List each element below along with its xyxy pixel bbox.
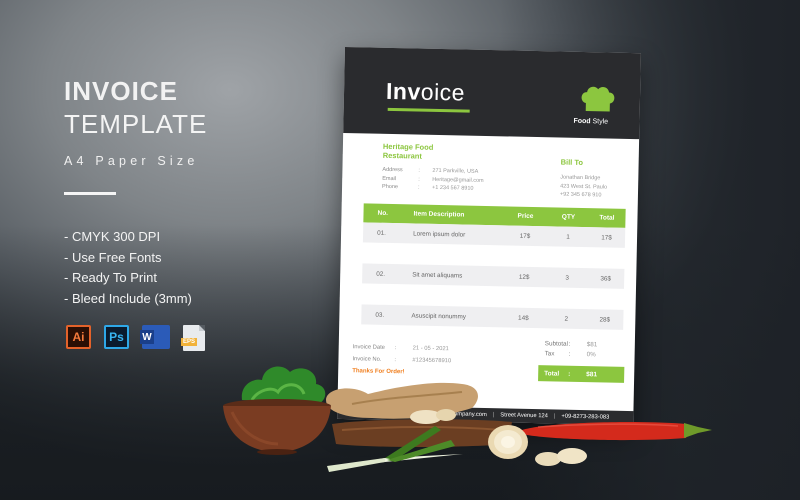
bill-to-block: Bill To Jonathan Bridge 423 West St. Pau…	[560, 158, 608, 200]
total-value: $81	[586, 370, 598, 378]
table-row: 01. Lorem ipsum dolor 17$ 1 17$	[362, 222, 626, 248]
feature-item: - CMYK 300 DPI	[64, 229, 161, 244]
sender-block: Heritage Food Restaurant Address:271 Par…	[382, 142, 484, 194]
field-value: $81	[586, 341, 598, 349]
feature-item: - Use Free Fonts	[64, 249, 162, 265]
eps-file-icon: EPS	[181, 325, 205, 351]
wooden-bowl-image	[223, 399, 331, 455]
cell-no: 02.	[376, 270, 386, 278]
table-row: 03. Asuscipit nonummy 14$ 2 28$	[361, 304, 624, 330]
title-underline	[387, 107, 470, 113]
bill-to-line: +92 345 678 910	[559, 191, 602, 199]
cell-total: 36$	[600, 274, 612, 283]
divider	[64, 192, 116, 195]
garlic-slices-image	[535, 448, 587, 466]
invoice-paper: Invoice Food Style Heritage Food Restaur…	[337, 47, 641, 426]
illustrator-icon: Ai	[66, 325, 91, 349]
feature-list: - CMYK 300 DPI - Use Free Fonts - Ready …	[64, 227, 207, 309]
app-icons: Ai Ps W EPS	[66, 325, 205, 351]
summary-block: Subtotal: $81 Tax: 0% Total: $81	[538, 339, 625, 383]
column-header: Item Description	[413, 210, 465, 219]
cell-price: 12$	[518, 273, 530, 281]
cell-description: Asuscipit nonummy	[411, 311, 467, 321]
bill-to-title: Bill To	[560, 157, 584, 168]
promo-subtitle: A4 Paper Size	[64, 154, 199, 168]
field-value: 21 - 05 - 2021	[412, 345, 449, 353]
field-value: #12345678910	[412, 357, 452, 365]
cell-no: 01.	[377, 229, 386, 237]
field-label: Subtotal	[544, 340, 569, 348]
promo-title-secondary: TEMPLATE	[64, 109, 208, 139]
cell-price: 17$	[519, 232, 531, 240]
sender-details: Address:271 Parkville, USA Email: Heritag…	[382, 166, 484, 194]
brand-rest: Style	[590, 118, 609, 126]
items-table: No. Item Description Price QTY Total 01.…	[361, 203, 626, 330]
sender-phone-row: Phone: +1 234 567 8910	[382, 183, 484, 194]
colon: :	[418, 167, 421, 174]
invoice-meta: Invoice Date: 21 - 05 - 2021 Invoice No.:…	[352, 341, 451, 379]
red-chili-image	[522, 422, 712, 441]
column-header: No.	[377, 209, 389, 217]
photoshop-icon: Ps	[104, 325, 129, 349]
field-value: 0%	[586, 351, 596, 359]
sender-name: Heritage Food Restaurant	[382, 141, 434, 161]
bill-to-details: Jonathan Bridge 423 West St. Paulo +92 3…	[560, 174, 608, 200]
invoice-title-bold: Inv	[385, 77, 422, 105]
cell-description: Lorem ipsum dolor	[413, 229, 466, 239]
table-row: 02. Sit amet aliquams 12$ 3 36$	[362, 263, 625, 289]
column-header: Total	[599, 214, 615, 222]
cell-total: 28$	[599, 315, 611, 324]
total-row: Total: $81	[538, 365, 625, 383]
tax-row: Tax: 0%	[539, 349, 625, 361]
invoice-header: Invoice Food Style	[343, 47, 641, 140]
feature-item: - Ready To Print	[64, 270, 157, 285]
field-value: +1 234 567 8910	[432, 184, 474, 192]
colon: :	[568, 350, 571, 358]
field-label: Phone	[382, 183, 399, 191]
invoice-title: Invoice	[386, 78, 465, 107]
brand-name: Food Style	[573, 118, 608, 126]
colon: :	[418, 176, 420, 183]
invoice-title-rest: oice	[420, 78, 466, 106]
page-fold	[199, 325, 205, 331]
onion-half-image	[488, 425, 528, 459]
photoshop-icon-label: Ps	[109, 330, 124, 344]
column-header: Price	[517, 212, 534, 220]
colon: :	[568, 370, 571, 378]
cell-qty: 1	[566, 233, 570, 241]
cell-price: 14$	[518, 314, 529, 322]
promo-title: INVOICE	[64, 76, 178, 106]
cell-qty: 2	[564, 315, 569, 323]
promo-panel: INVOICE TEMPLATE A4 Paper Size - CMYK 30…	[64, 76, 207, 309]
illustrator-icon-label: Ai	[72, 330, 85, 344]
colon: :	[568, 340, 571, 348]
cell-total: 17$	[601, 233, 612, 242]
brand-bold: Food	[573, 117, 591, 126]
word-icon: W	[140, 325, 170, 349]
eps-file-icon-label: EPS	[181, 338, 198, 346]
colon: :	[394, 357, 397, 364]
bill-to-line: Jonathan Bridge	[560, 174, 601, 182]
colon: :	[394, 345, 397, 352]
colon: :	[418, 184, 420, 191]
field-label: Invoice No.	[352, 356, 382, 363]
column-header: QTY	[561, 213, 576, 221]
cell-qty: 3	[565, 274, 570, 282]
feature-item: - Bleed Include (3mm)	[64, 290, 192, 306]
field-label: Invoice Date	[352, 344, 386, 351]
chef-hat-icon	[581, 86, 615, 112]
word-icon-label: W	[140, 330, 154, 344]
total-label: Total	[544, 369, 560, 378]
field-label: Tax	[544, 350, 555, 358]
cell-no: 03.	[375, 311, 385, 319]
green-onion-image	[327, 426, 463, 472]
cell-description: Sit amet aliquams	[412, 270, 463, 280]
